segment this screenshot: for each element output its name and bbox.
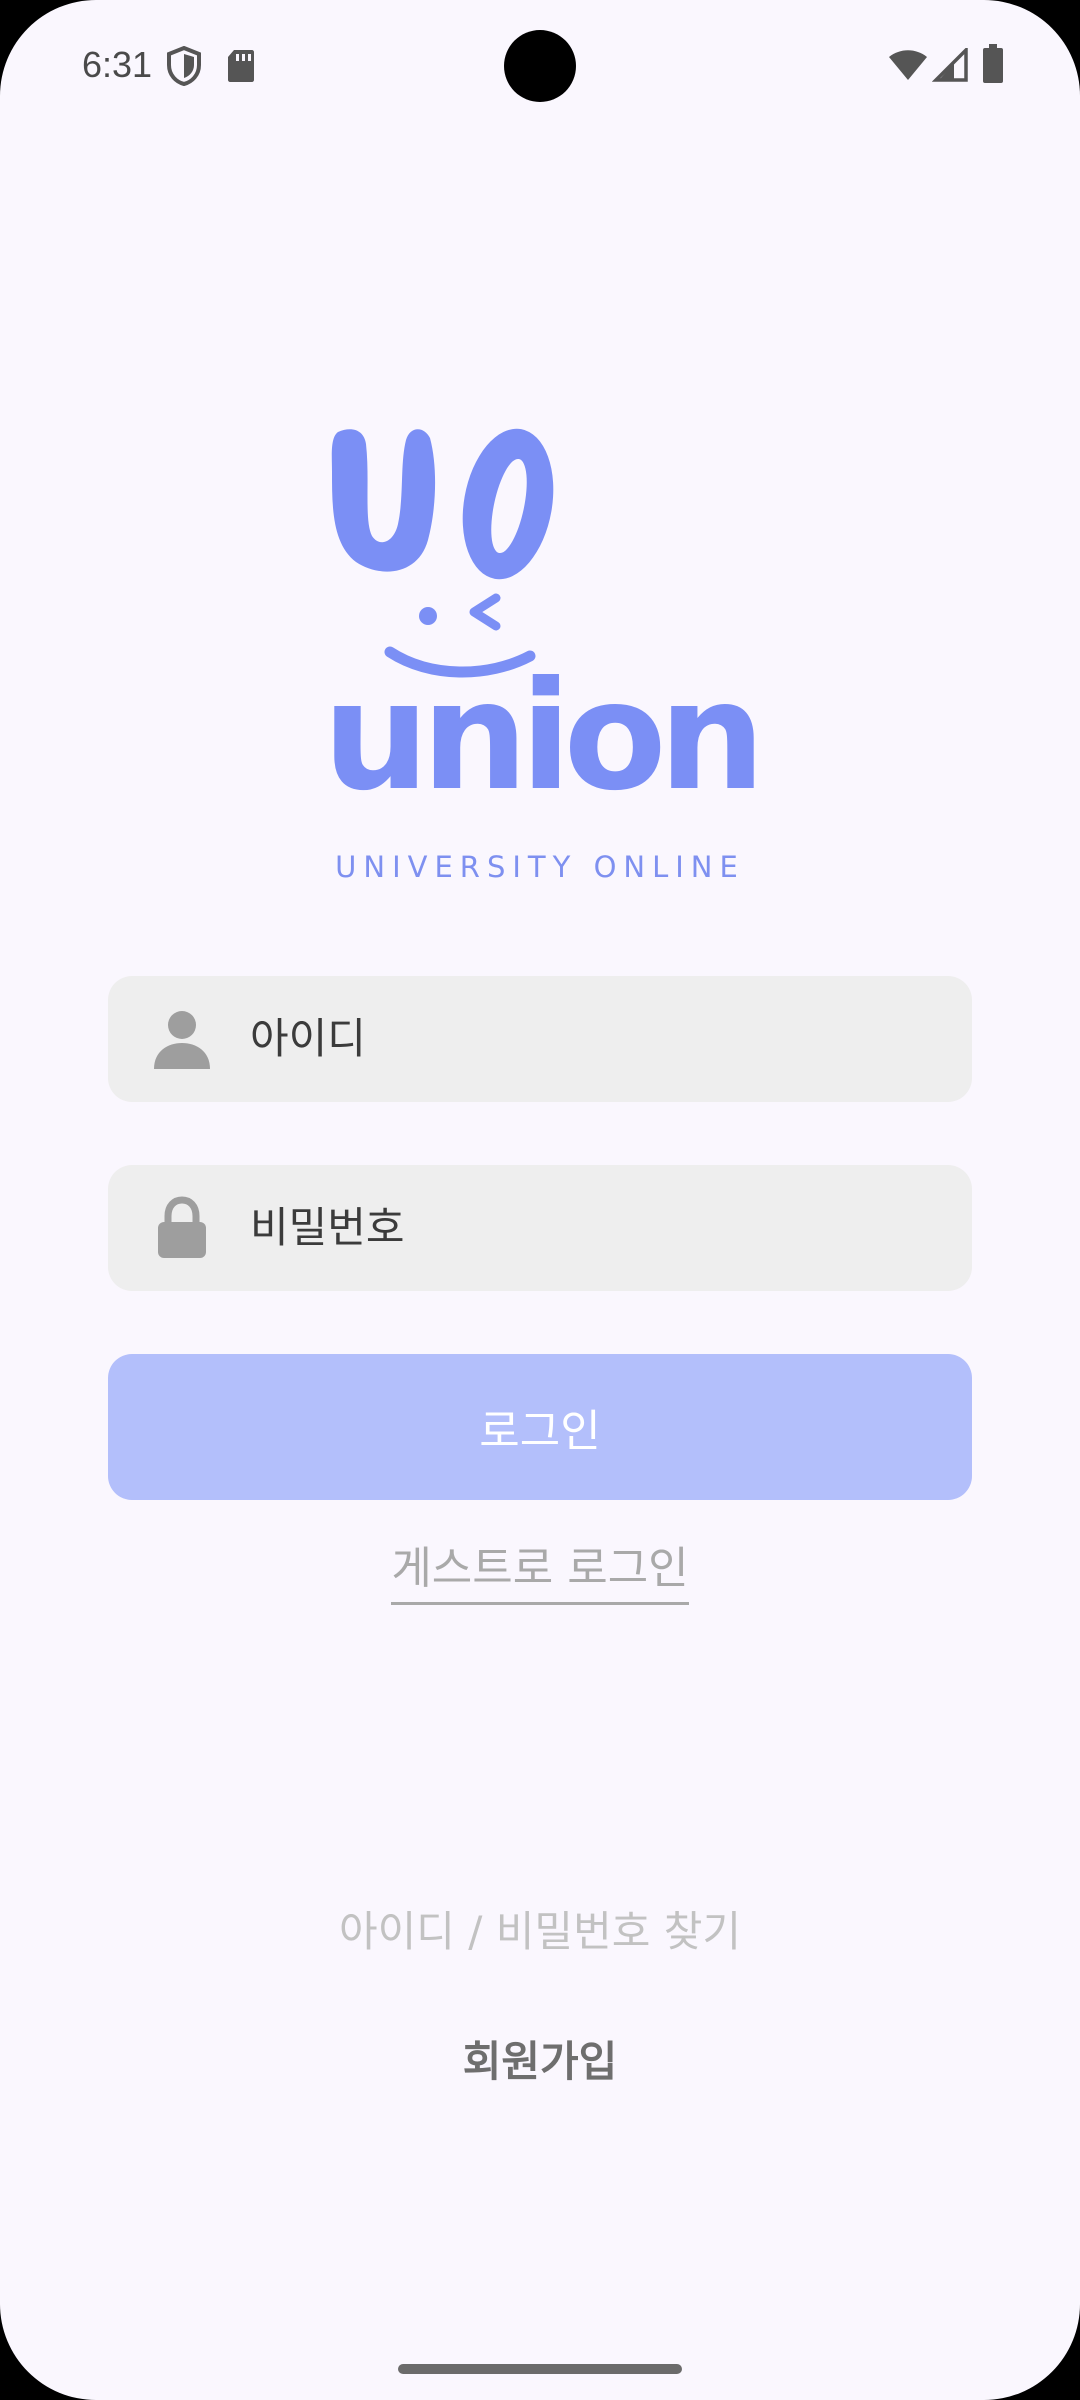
home-indicator[interactable]	[398, 2364, 682, 2374]
battery-icon	[983, 44, 1003, 83]
logo-tagline: UNIVERSITY ONLINE	[335, 850, 745, 884]
password-field[interactable]: 비밀번호	[108, 1165, 972, 1291]
lock-icon	[158, 1196, 206, 1258]
login-button[interactable]: 로그인	[108, 1354, 972, 1500]
password-field-placeholder: 비밀번호	[250, 1203, 405, 1252]
shield-icon	[167, 46, 201, 86]
login-screen: 6:31 union UNIVERSITY ONLINE 아이디 비밀번호 로그…	[0, 0, 1080, 2400]
status-time: 6:31	[82, 44, 153, 85]
person-icon	[154, 1011, 210, 1069]
camera-cutout	[504, 30, 576, 102]
union-logo: union	[323, 428, 765, 824]
svg-text:union: union	[323, 650, 758, 824]
status-bar: 6:31	[0, 0, 1080, 130]
id-field-placeholder: 아이디	[250, 1014, 366, 1063]
find-account-link[interactable]: 아이디 / 비밀번호 찾기	[0, 1898, 1080, 1959]
signup-link[interactable]: 회원가입	[0, 2028, 1080, 2089]
wifi-icon	[889, 50, 927, 80]
sd-card-icon	[228, 50, 254, 82]
guest-login-link[interactable]: 게스트로 로그인	[391, 1532, 689, 1605]
signal-icon	[932, 48, 968, 82]
id-field[interactable]: 아이디	[108, 976, 972, 1102]
guest-login-row: 게스트로 로그인	[0, 1532, 1080, 1605]
